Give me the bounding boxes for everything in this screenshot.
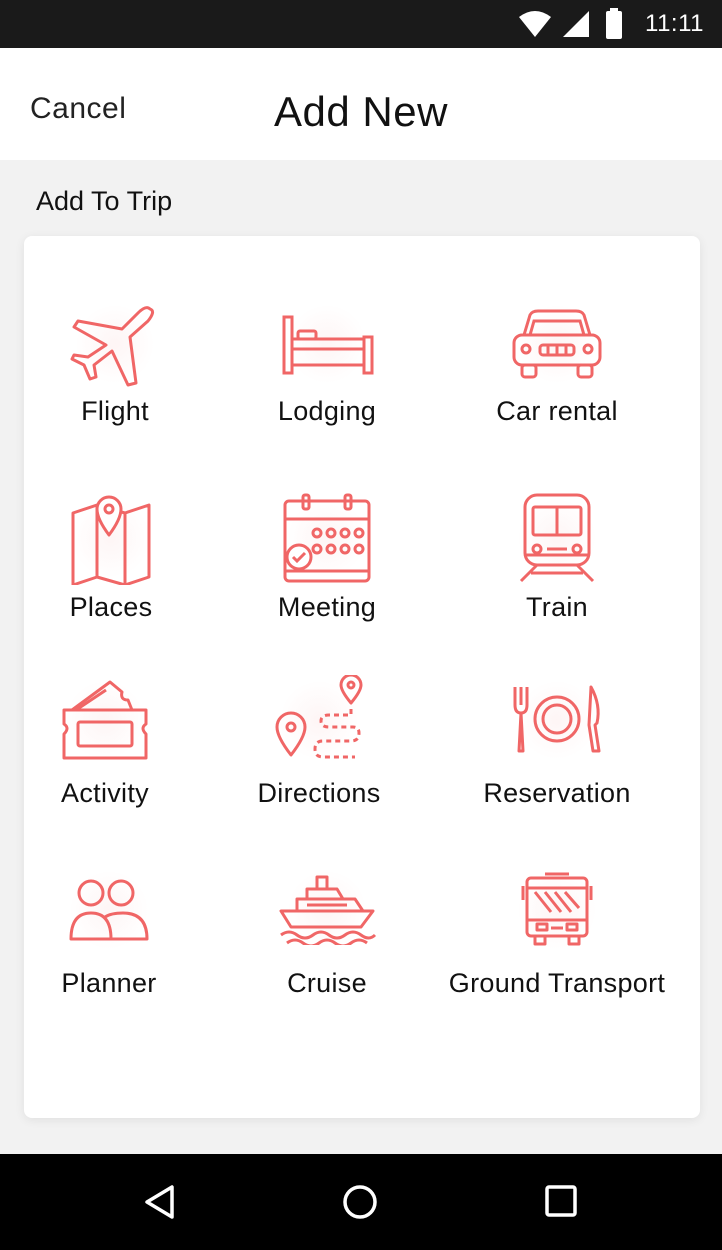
- recents-icon[interactable]: [544, 1184, 578, 1218]
- option-label: Reservation: [483, 778, 631, 808]
- option-ground-transport[interactable]: Ground Transport: [444, 860, 670, 999]
- option-label: Planner: [61, 968, 157, 998]
- map-pin-icon: [71, 495, 151, 585]
- option-directions[interactable]: Directions: [257, 670, 380, 809]
- car-icon: [512, 309, 602, 379]
- bus-icon: [521, 872, 593, 946]
- battery-icon: [606, 8, 622, 39]
- option-label: Car rental: [496, 396, 618, 426]
- option-label: Flight: [81, 396, 149, 426]
- option-meeting[interactable]: Meeting: [272, 488, 382, 623]
- page-title: Add New: [274, 88, 448, 135]
- wifi-icon: [519, 11, 551, 37]
- option-cruise[interactable]: Cruise: [272, 860, 382, 999]
- option-lodging[interactable]: Lodging: [272, 294, 382, 427]
- option-label: Ground Transport: [448, 968, 666, 998]
- option-label: Meeting: [277, 592, 377, 622]
- option-label: Directions: [257, 778, 381, 808]
- options-card: Flight Lodging Car rental Places Meeting…: [24, 236, 700, 1118]
- option-places[interactable]: Places: [56, 488, 166, 623]
- option-flight[interactable]: Flight: [60, 294, 170, 427]
- option-car-rental[interactable]: Car rental: [496, 294, 617, 427]
- status-bar: 11:11: [0, 0, 722, 48]
- option-label: Cruise: [287, 968, 367, 998]
- ticket-icon: [62, 680, 148, 760]
- train-icon: [519, 493, 595, 583]
- option-label: Activity: [61, 778, 149, 808]
- option-label: Train: [525, 592, 588, 622]
- home-icon[interactable]: [342, 1184, 378, 1220]
- option-label: Places: [69, 592, 153, 622]
- header: Cancel Add New: [0, 48, 722, 160]
- people-icon: [69, 879, 149, 941]
- signal-icon: [563, 11, 589, 37]
- bed-icon: [282, 315, 374, 375]
- ship-icon: [279, 875, 377, 945]
- option-reservation[interactable]: Reservation: [483, 670, 630, 809]
- section-label: Add To Trip: [36, 186, 173, 216]
- route-icon: [275, 675, 363, 759]
- calendar-icon: [283, 493, 371, 583]
- status-time: 11:11: [645, 10, 704, 37]
- plane-icon: [70, 306, 155, 387]
- option-label: Lodging: [277, 396, 377, 426]
- status-icons: 11:11: [517, 8, 704, 40]
- option-train[interactable]: Train: [502, 488, 612, 623]
- back-icon[interactable]: [144, 1184, 176, 1220]
- navigation-bar: [0, 1154, 722, 1250]
- option-activity[interactable]: Activity: [50, 670, 160, 809]
- dining-icon: [513, 685, 601, 753]
- option-planner[interactable]: Planner: [54, 860, 164, 999]
